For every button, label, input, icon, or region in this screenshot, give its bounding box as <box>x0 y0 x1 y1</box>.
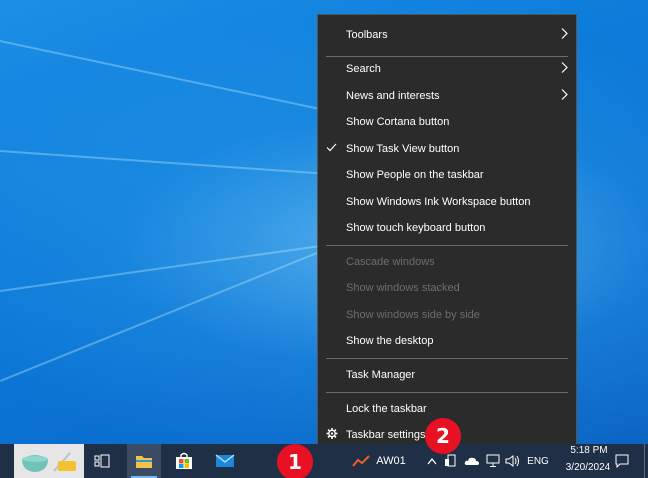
menu-item-label: Search <box>346 63 381 75</box>
language-label: ENG <box>527 455 549 467</box>
tray-language-indicator[interactable]: ENG <box>524 444 552 478</box>
chevron-up-icon <box>427 457 437 465</box>
device-icon <box>445 454 456 467</box>
menu-item-label: Lock the taskbar <box>346 403 427 415</box>
menu-item-label: Show the desktop <box>346 335 434 347</box>
tray-clock-date[interactable]: 3/20/2024 <box>558 462 618 473</box>
menu-item-label: Task Manager <box>346 369 416 381</box>
task-view-icon <box>94 454 110 468</box>
menu-item-label: Show Task View button <box>346 143 460 155</box>
menu-item-toolbars[interactable]: Toolbars <box>318 22 576 48</box>
show-desktop-button[interactable] <box>644 444 648 478</box>
chevron-right-icon <box>560 89 568 104</box>
network-icon <box>486 454 500 467</box>
search-box[interactable] <box>14 444 84 478</box>
menu-item-label: Cascade windows <box>346 256 435 268</box>
speaker-icon <box>505 455 519 467</box>
tray-clock-time[interactable]: 5:18 PM <box>561 445 617 456</box>
taskbar-app-microsoft-store[interactable] <box>167 444 201 478</box>
file-explorer-icon <box>136 456 152 468</box>
checkmark-icon <box>326 143 337 155</box>
taskbar-app-file-explorer[interactable] <box>127 444 161 478</box>
tray-volume-icon[interactable] <box>504 444 522 478</box>
menu-separator <box>326 392 568 393</box>
stock-chart-icon <box>352 455 370 467</box>
action-center-button[interactable] <box>610 444 634 478</box>
menu-separator <box>326 245 568 246</box>
menu-item-show-people-on-taskbar[interactable]: Show People on the taskbar <box>318 162 576 188</box>
callout-badge-two: 2 <box>425 418 461 454</box>
menu-item-show-windows-side-by-side: Show windows side by side <box>318 302 576 328</box>
menu-item-cascade-windows: Cascade windows <box>318 249 576 275</box>
menu-item-label: Toolbars <box>346 29 388 41</box>
menu-item-show-the-desktop[interactable]: Show the desktop <box>318 328 576 354</box>
menu-item-label: Show windows side by side <box>346 309 480 321</box>
cloud-icon <box>464 457 479 465</box>
taskbar-context-menu: Toolbars Search News and interests Show … <box>317 14 577 456</box>
menu-item-news-and-interests[interactable]: News and interests <box>318 83 576 109</box>
search-highlight-illustration-icon <box>22 452 76 472</box>
microsoft-store-icon <box>176 452 192 469</box>
menu-item-show-windows-stacked: Show windows stacked <box>318 275 576 301</box>
tray-onedrive-icon[interactable] <box>462 444 482 478</box>
menu-item-search[interactable]: Search <box>318 56 576 82</box>
news-widget-label: AW01 <box>376 455 406 467</box>
callout-badge-one: 1 <box>277 444 313 478</box>
news-and-interests-widget[interactable]: AW01 <box>345 444 413 478</box>
tray-network-icon[interactable] <box>484 444 502 478</box>
menu-separator <box>326 358 568 359</box>
menu-item-show-touch-keyboard-button[interactable]: Show touch keyboard button <box>318 215 576 241</box>
menu-item-show-cortana-button[interactable]: Show Cortana button <box>318 109 576 135</box>
taskbar[interactable]: AW01 ENG 5:18 PM 3/20/2024 <box>0 444 648 478</box>
menu-item-label: Taskbar settings <box>346 429 426 441</box>
menu-item-label: Show People on the taskbar <box>346 169 484 181</box>
menu-item-label: Show windows stacked <box>346 282 460 294</box>
mail-icon <box>215 454 235 467</box>
notification-icon <box>615 454 629 468</box>
chevron-right-icon <box>560 28 568 43</box>
gear-icon <box>326 428 338 443</box>
menu-item-task-manager[interactable]: Task Manager <box>318 362 576 388</box>
taskbar-app-mail[interactable] <box>208 444 242 478</box>
chevron-right-icon <box>560 62 568 77</box>
menu-item-label: News and interests <box>346 90 440 102</box>
menu-item-label: Show Cortana button <box>346 116 450 128</box>
menu-item-label: Show Windows Ink Workspace button <box>346 196 531 208</box>
menu-item-show-windows-ink-workspace-button[interactable]: Show Windows Ink Workspace button <box>318 189 576 215</box>
task-view-button[interactable] <box>88 444 116 478</box>
menu-item-label: Show touch keyboard button <box>346 222 486 234</box>
menu-item-show-task-view-button[interactable]: Show Task View button <box>318 136 576 162</box>
